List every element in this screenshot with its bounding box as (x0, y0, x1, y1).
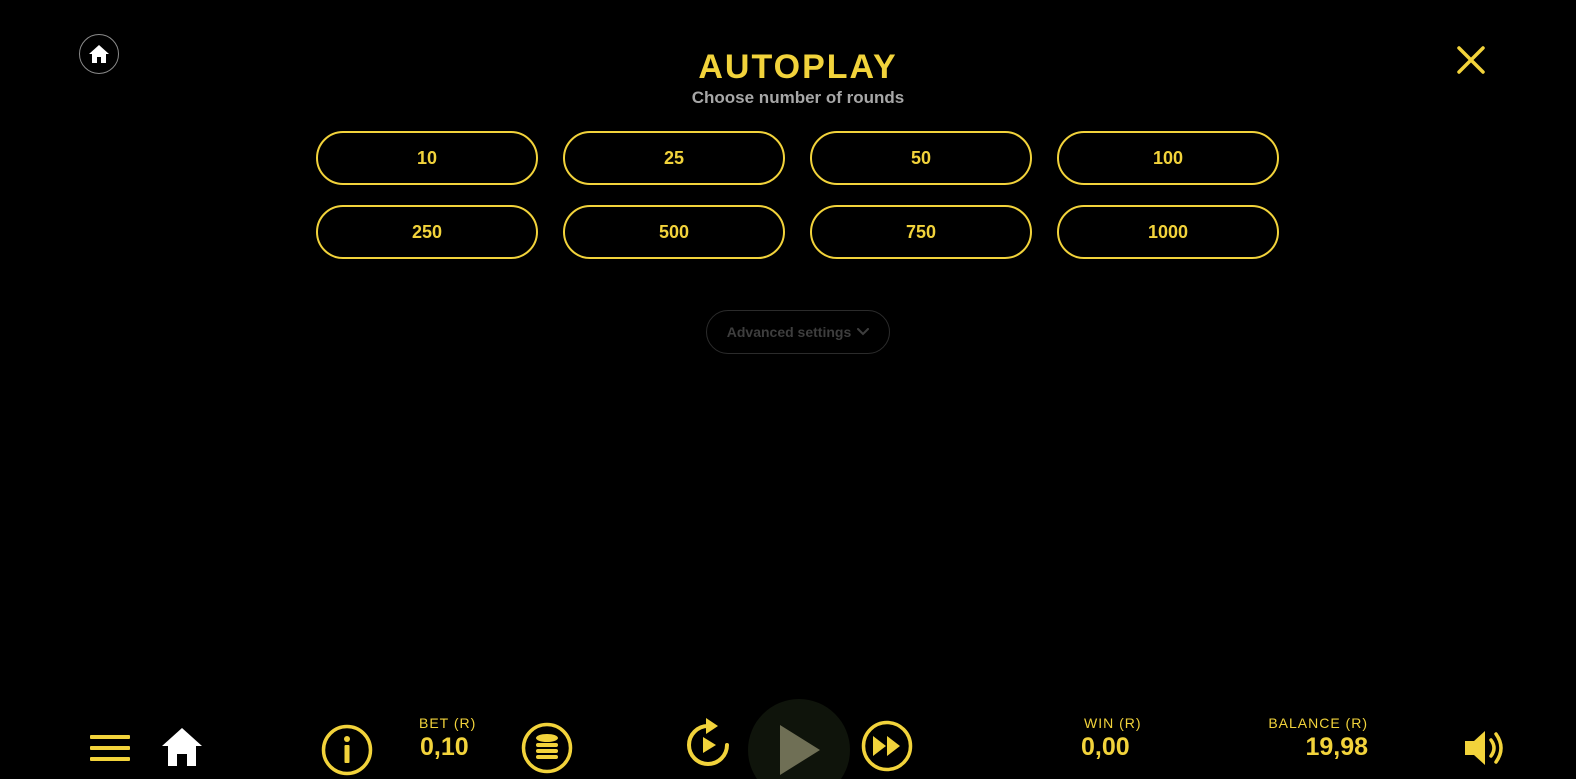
rounds-grid: 10 25 50 100 250 500 750 1000 (316, 131, 1279, 259)
replay-icon[interactable] (684, 716, 732, 770)
home-icon[interactable] (160, 726, 204, 768)
bet-label: BET (R) (419, 715, 477, 731)
info-icon[interactable] (321, 724, 373, 776)
page-subtitle: Choose number of rounds (691, 88, 905, 107)
menu-icon[interactable] (90, 733, 130, 763)
speaker-icon[interactable] (1463, 728, 1507, 768)
rounds-option-10[interactable]: 10 (316, 131, 538, 185)
rounds-option-50[interactable]: 50 (810, 131, 1032, 185)
rounds-option-100[interactable]: 100 (1057, 131, 1279, 185)
bet-value: 0,10 (420, 733, 469, 761)
advanced-settings-button[interactable]: Advanced settings (706, 310, 890, 354)
coins-icon[interactable] (521, 722, 573, 774)
rounds-option-25[interactable]: 25 (563, 131, 785, 185)
fast-forward-icon[interactable] (861, 720, 913, 772)
rounds-option-1000[interactable]: 1000 (1057, 205, 1279, 259)
rounds-option-250[interactable]: 250 (316, 205, 538, 259)
chevron-down-icon (857, 328, 870, 336)
advanced-settings-label: Advanced settings (726, 324, 852, 340)
play-icon (780, 725, 820, 775)
play-button[interactable] (748, 699, 850, 779)
win-value: 0,00 (1081, 733, 1130, 761)
rounds-option-750[interactable]: 750 (810, 205, 1032, 259)
page-title: AUTOPLAY (698, 48, 898, 86)
rounds-option-500[interactable]: 500 (563, 205, 785, 259)
autoplay-screen: AUTOPLAY Choose number of rounds 10 25 5… (0, 0, 1576, 779)
balance-value: 19,98 (1305, 733, 1368, 761)
balance-label: BALANCE (R) (1268, 715, 1368, 731)
win-label: WIN (R) (1084, 715, 1142, 731)
